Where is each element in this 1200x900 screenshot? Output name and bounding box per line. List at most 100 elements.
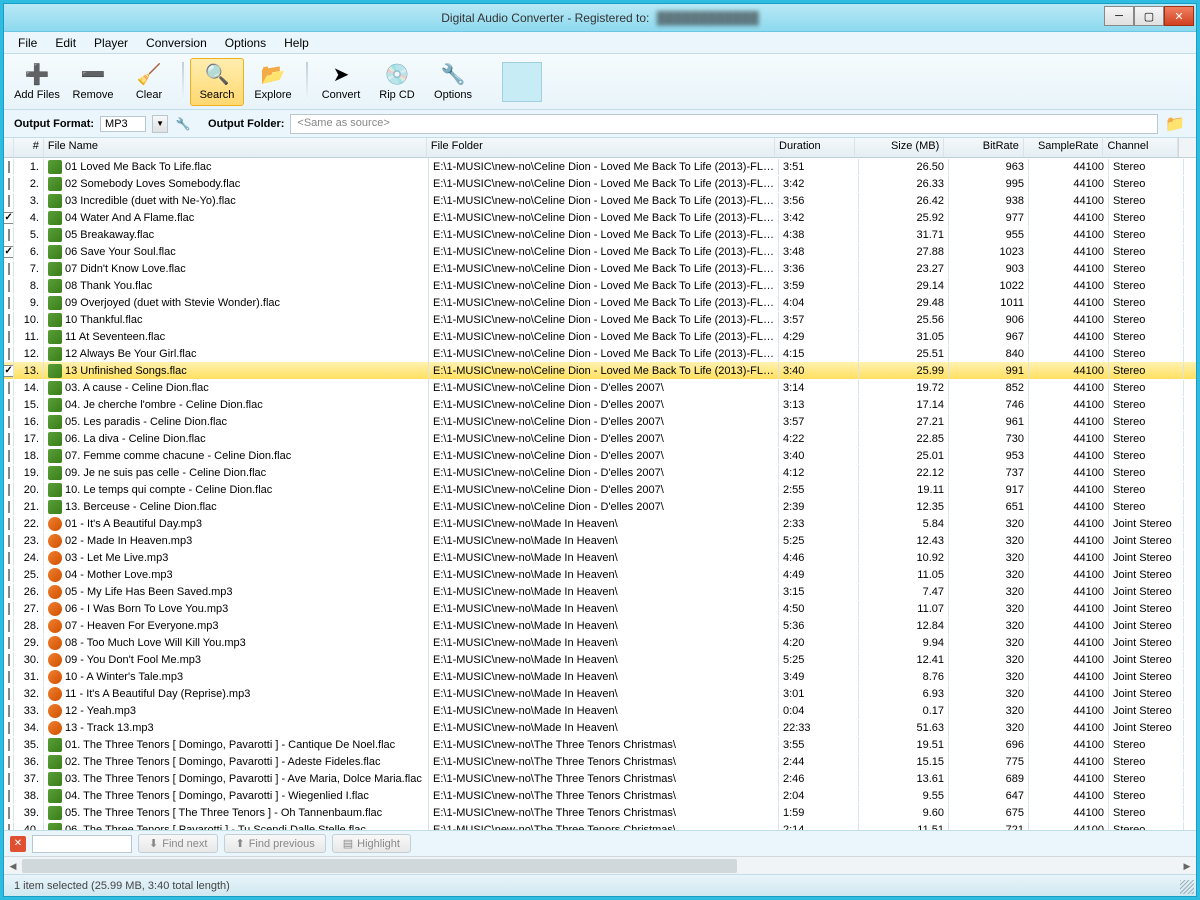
minimize-button[interactable]: ─: [1104, 6, 1134, 26]
row-checkbox[interactable]: [8, 229, 10, 241]
table-row[interactable]: 2.02 Somebody Loves Somebody.flacE:\1-MU…: [4, 175, 1196, 192]
row-checkbox[interactable]: [8, 501, 10, 513]
row-checkbox[interactable]: [8, 382, 10, 394]
table-row[interactable]: 19.09. Je ne suis pas celle - Celine Dio…: [4, 464, 1196, 481]
convert-button[interactable]: ➤Convert: [314, 58, 368, 106]
find-prev-button[interactable]: ⬆Find previous: [224, 834, 325, 853]
menu-player[interactable]: Player: [86, 34, 136, 52]
table-row[interactable]: 9.09 Overjoyed (duet with Stevie Wonder)…: [4, 294, 1196, 311]
add-files-button[interactable]: ➕Add Files: [10, 58, 64, 106]
table-row[interactable]: 10.10 Thankful.flacE:\1-MUSIC\new-no\Cel…: [4, 311, 1196, 328]
output-format-dropdown[interactable]: ▼: [152, 115, 168, 133]
table-row[interactable]: 22.01 - It's A Beautiful Day.mp3E:\1-MUS…: [4, 515, 1196, 532]
table-row[interactable]: 26.05 - My Life Has Been Saved.mp3E:\1-M…: [4, 583, 1196, 600]
table-row[interactable]: 11.11 At Seventeen.flacE:\1-MUSIC\new-no…: [4, 328, 1196, 345]
table-row[interactable]: 25.04 - Mother Love.mp3E:\1-MUSIC\new-no…: [4, 566, 1196, 583]
table-row[interactable]: 28.07 - Heaven For Everyone.mp3E:\1-MUSI…: [4, 617, 1196, 634]
col-folder[interactable]: File Folder: [427, 138, 775, 157]
row-checkbox[interactable]: [8, 637, 10, 649]
table-row[interactable]: 32.11 - It's A Beautiful Day (Reprise).m…: [4, 685, 1196, 702]
row-checkbox[interactable]: [4, 365, 14, 377]
output-folder-input[interactable]: <Same as source>: [290, 114, 1158, 134]
row-checkbox[interactable]: [8, 161, 10, 173]
row-checkbox[interactable]: [8, 416, 10, 428]
row-checkbox[interactable]: [8, 450, 10, 462]
table-row[interactable]: 37.03. The Three Tenors [ Domingo, Pavar…: [4, 770, 1196, 787]
row-checkbox[interactable]: [8, 178, 10, 190]
grid-body[interactable]: 1.01 Loved Me Back To Life.flacE:\1-MUSI…: [4, 158, 1196, 830]
table-row[interactable]: 15.04. Je cherche l'ombre - Celine Dion.…: [4, 396, 1196, 413]
maximize-button[interactable]: ▢: [1134, 6, 1164, 26]
row-checkbox[interactable]: [4, 246, 14, 258]
table-row[interactable]: 14.03. A cause - Celine Dion.flacE:\1-MU…: [4, 379, 1196, 396]
table-row[interactable]: 36.02. The Three Tenors [ Domingo, Pavar…: [4, 753, 1196, 770]
row-checkbox[interactable]: [8, 603, 10, 615]
row-checkbox[interactable]: [8, 433, 10, 445]
table-row[interactable]: 16.05. Les paradis - Celine Dion.flacE:\…: [4, 413, 1196, 430]
table-row[interactable]: 8.08 Thank You.flacE:\1-MUSIC\new-no\Cel…: [4, 277, 1196, 294]
col-bitrate[interactable]: BitRate: [944, 138, 1024, 157]
highlight-button[interactable]: ▤Highlight: [332, 834, 411, 853]
row-checkbox[interactable]: [8, 739, 10, 751]
find-close-icon[interactable]: ✕: [10, 836, 26, 852]
scroll-left-icon[interactable]: ◀: [4, 857, 22, 875]
row-checkbox[interactable]: [8, 705, 10, 717]
browse-folder-icon[interactable]: 📁: [1164, 114, 1186, 134]
row-checkbox[interactable]: [8, 586, 10, 598]
table-row[interactable]: 27.06 - I Was Born To Love You.mp3E:\1-M…: [4, 600, 1196, 617]
menu-edit[interactable]: Edit: [47, 34, 84, 52]
scroll-right-icon[interactable]: ▶: [1178, 857, 1196, 875]
clear-button[interactable]: 🧹Clear: [122, 58, 176, 106]
row-checkbox[interactable]: [8, 569, 10, 581]
table-row[interactable]: 18.07. Femme comme chacune - Celine Dion…: [4, 447, 1196, 464]
table-row[interactable]: 5.05 Breakaway.flacE:\1-MUSIC\new-no\Cel…: [4, 226, 1196, 243]
find-input[interactable]: [32, 835, 132, 853]
table-row[interactable]: 31.10 - A Winter's Tale.mp3E:\1-MUSIC\ne…: [4, 668, 1196, 685]
find-next-button[interactable]: ⬇Find next: [138, 834, 218, 853]
table-row[interactable]: 23.02 - Made In Heaven.mp3E:\1-MUSIC\new…: [4, 532, 1196, 549]
table-row[interactable]: 17.06. La diva - Celine Dion.flacE:\1-MU…: [4, 430, 1196, 447]
col-check[interactable]: [4, 138, 14, 157]
row-checkbox[interactable]: [8, 195, 10, 207]
table-row[interactable]: 4.04 Water And A Flame.flacE:\1-MUSIC\ne…: [4, 209, 1196, 226]
table-row[interactable]: 38.04. The Three Tenors [ Domingo, Pavar…: [4, 787, 1196, 804]
col-number[interactable]: #: [14, 138, 44, 157]
row-checkbox[interactable]: [8, 263, 10, 275]
close-button[interactable]: ✕: [1164, 6, 1194, 26]
horizontal-scrollbar[interactable]: ◀ ▶: [4, 856, 1196, 874]
table-row[interactable]: 34.13 - Track 13.mp3E:\1-MUSIC\new-no\Ma…: [4, 719, 1196, 736]
row-checkbox[interactable]: [8, 620, 10, 632]
row-checkbox[interactable]: [8, 552, 10, 564]
table-row[interactable]: 13.13 Unfinished Songs.flacE:\1-MUSIC\ne…: [4, 362, 1196, 379]
output-format-value[interactable]: MP3: [100, 116, 146, 132]
row-checkbox[interactable]: [8, 722, 10, 734]
table-row[interactable]: 24.03 - Let Me Live.mp3E:\1-MUSIC\new-no…: [4, 549, 1196, 566]
table-row[interactable]: 30.09 - You Don't Fool Me.mp3E:\1-MUSIC\…: [4, 651, 1196, 668]
table-row[interactable]: 7.07 Didn't Know Love.flacE:\1-MUSIC\new…: [4, 260, 1196, 277]
table-row[interactable]: 6.06 Save Your Soul.flacE:\1-MUSIC\new-n…: [4, 243, 1196, 260]
format-settings-icon[interactable]: 🔧: [174, 115, 192, 133]
rip-cd-button[interactable]: 💿Rip CD: [370, 58, 424, 106]
search-button[interactable]: 🔍Search: [190, 58, 244, 106]
col-channel[interactable]: Channel: [1103, 138, 1178, 157]
row-checkbox[interactable]: [8, 756, 10, 768]
table-row[interactable]: 33.12 - Yeah.mp3E:\1-MUSIC\new-no\Made I…: [4, 702, 1196, 719]
row-checkbox[interactable]: [8, 654, 10, 666]
table-row[interactable]: 39.05. The Three Tenors [ The Three Teno…: [4, 804, 1196, 821]
row-checkbox[interactable]: [4, 212, 14, 224]
menu-options[interactable]: Options: [217, 34, 274, 52]
menu-help[interactable]: Help: [276, 34, 317, 52]
row-checkbox[interactable]: [8, 535, 10, 547]
col-filename[interactable]: File Name: [44, 138, 427, 157]
remove-button[interactable]: ➖Remove: [66, 58, 120, 106]
table-row[interactable]: 12.12 Always Be Your Girl.flacE:\1-MUSIC…: [4, 345, 1196, 362]
row-checkbox[interactable]: [8, 773, 10, 785]
row-checkbox[interactable]: [8, 399, 10, 411]
row-checkbox[interactable]: [8, 348, 10, 360]
col-size[interactable]: Size (MB): [855, 138, 945, 157]
row-checkbox[interactable]: [8, 297, 10, 309]
row-checkbox[interactable]: [8, 314, 10, 326]
table-row[interactable]: 40.06. The Three Tenors [ Pavarotti ] - …: [4, 821, 1196, 830]
row-checkbox[interactable]: [8, 280, 10, 292]
options-button[interactable]: 🔧Options: [426, 58, 480, 106]
